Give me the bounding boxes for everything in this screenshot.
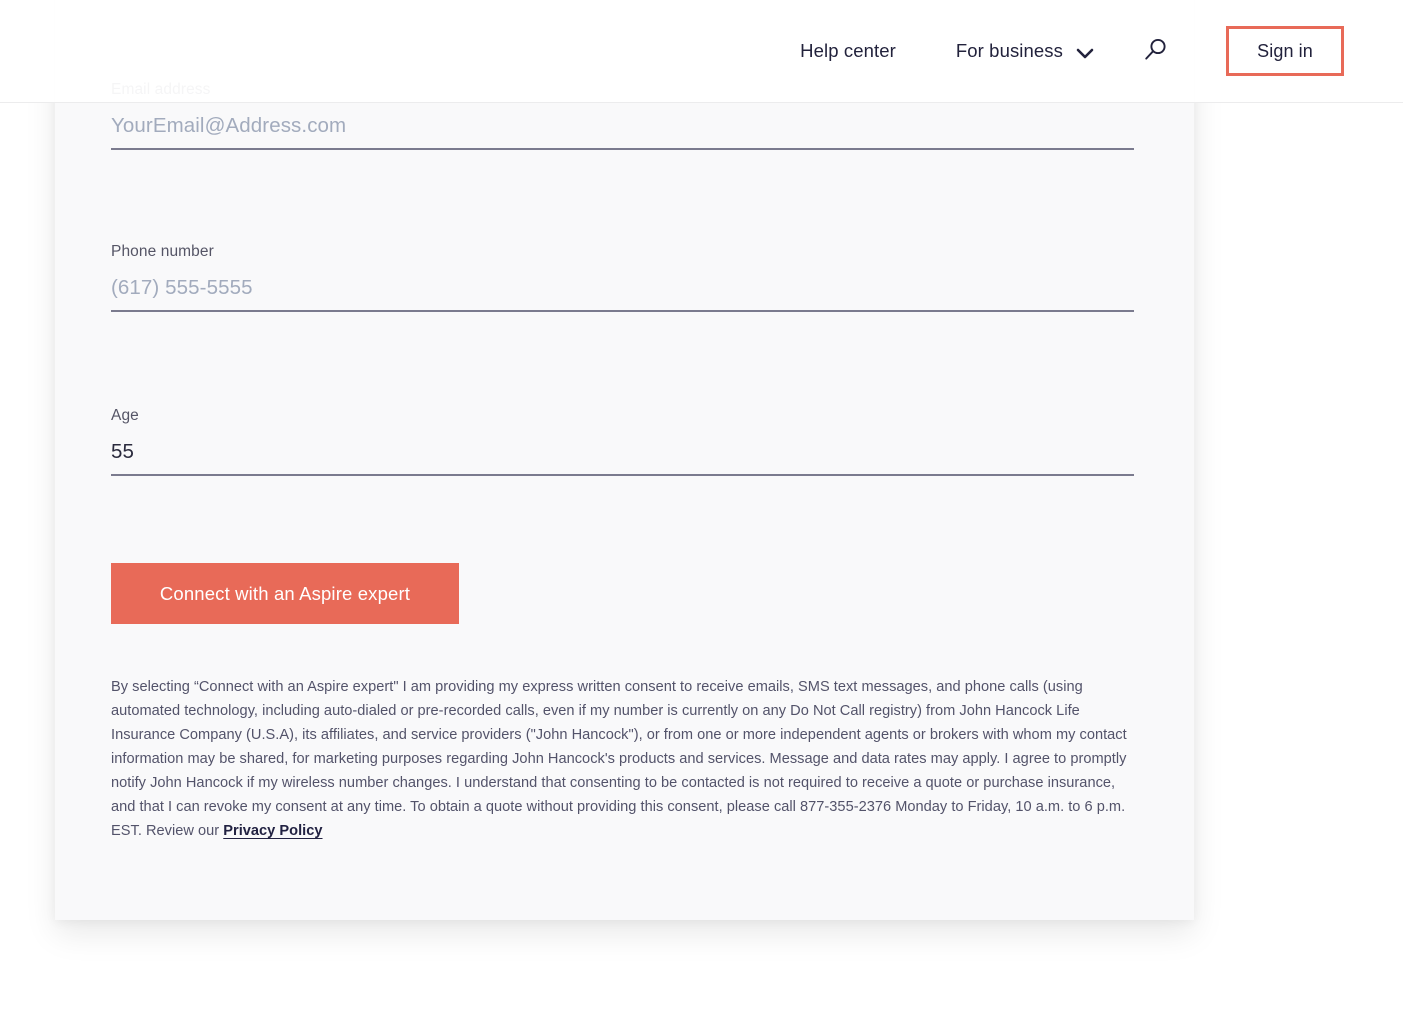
age-field: Age bbox=[111, 406, 1134, 476]
phone-number-input[interactable] bbox=[111, 274, 1134, 302]
legal-consent-text: By selecting “Connect with an Aspire exp… bbox=[111, 675, 1127, 844]
chevron-down-icon bbox=[1076, 46, 1094, 57]
sign-in-button[interactable]: Sign in bbox=[1226, 26, 1344, 76]
age-field-control[interactable] bbox=[111, 438, 1134, 476]
site-header: Help center For business Sign in bbox=[0, 0, 1403, 103]
page-root: Email address Phone number Age Connect w… bbox=[0, 0, 1403, 1010]
nav-link-help-center[interactable]: Help center bbox=[800, 40, 896, 62]
phone-number-field-control[interactable] bbox=[111, 274, 1134, 312]
age-field-label: Age bbox=[111, 406, 1134, 426]
phone-number-field: Phone number bbox=[111, 242, 1134, 312]
nav-link-for-business[interactable]: For business bbox=[956, 40, 1094, 62]
email-field-control[interactable] bbox=[111, 112, 1134, 150]
search-icon bbox=[1142, 37, 1168, 66]
age-input[interactable] bbox=[111, 438, 1134, 466]
nav-link-for-business-label: For business bbox=[956, 40, 1063, 62]
privacy-policy-link[interactable]: Privacy Policy bbox=[223, 823, 322, 839]
connect-with-aspire-expert-button[interactable]: Connect with an Aspire expert bbox=[111, 563, 459, 624]
email-input[interactable] bbox=[111, 112, 1134, 140]
header-nav: Help center For business Sign in bbox=[800, 0, 1403, 102]
legal-consent-body: By selecting “Connect with an Aspire exp… bbox=[111, 679, 1127, 840]
search-button[interactable] bbox=[1140, 36, 1170, 66]
quote-form-card: Email address Phone number Age Connect w… bbox=[55, 0, 1194, 920]
phone-number-field-label: Phone number bbox=[111, 242, 1134, 262]
